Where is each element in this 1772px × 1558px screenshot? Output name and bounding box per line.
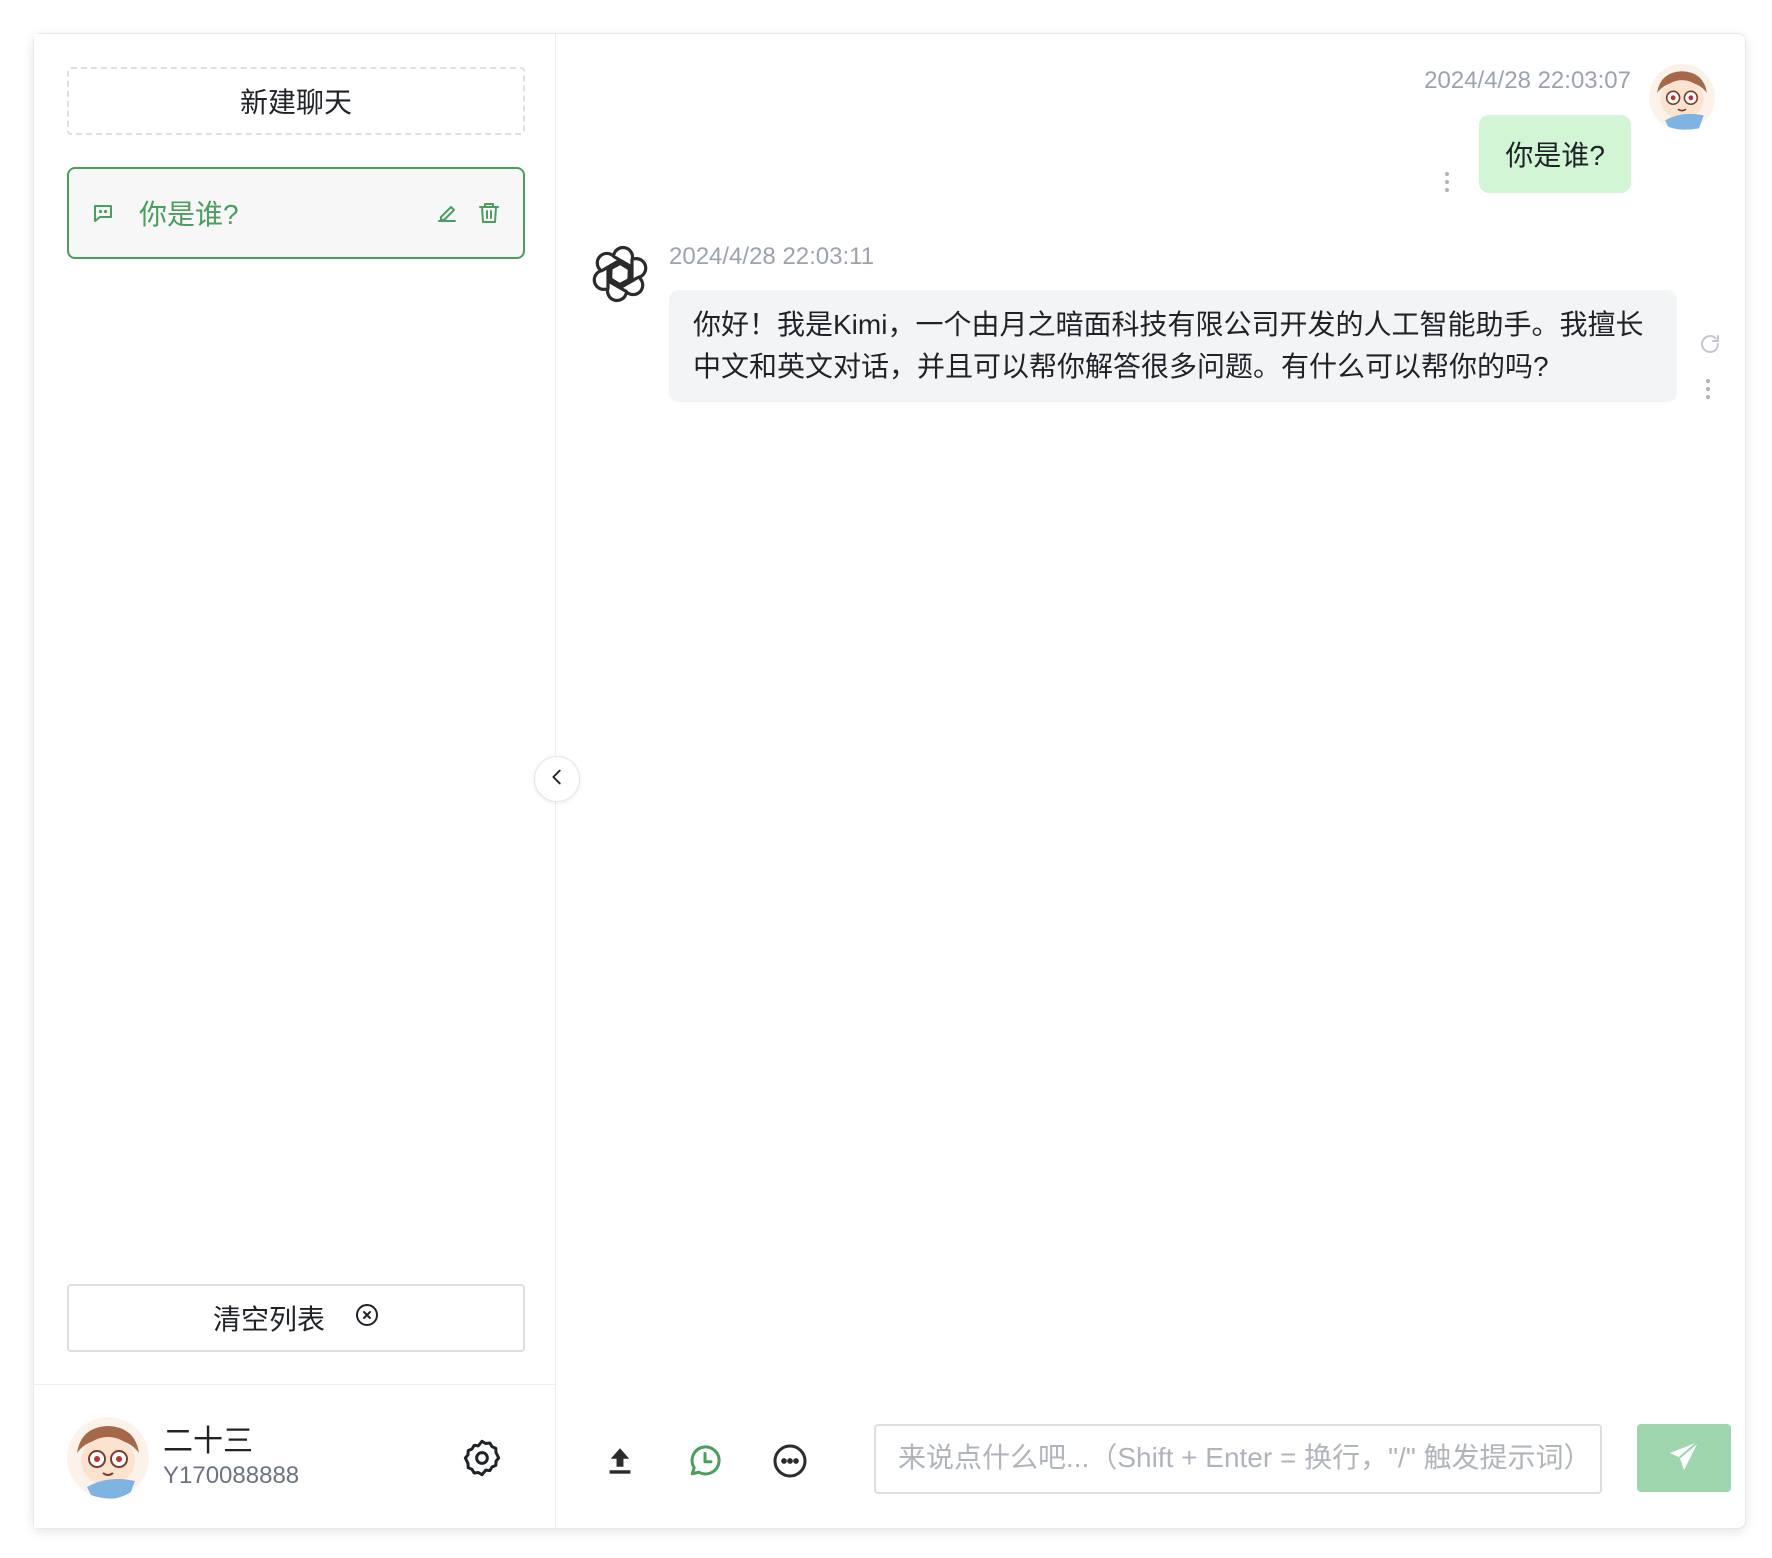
history-button[interactable] xyxy=(683,1441,727,1485)
more-options-button[interactable] xyxy=(768,1441,812,1485)
refresh-icon[interactable] xyxy=(1698,332,1722,361)
send-button[interactable] xyxy=(1637,1424,1731,1492)
upload-icon xyxy=(606,1446,634,1481)
upload-button[interactable] xyxy=(598,1441,642,1485)
clock-message-icon xyxy=(687,1443,723,1484)
user-message-text: 你是谁? xyxy=(1505,140,1605,171)
new-chat-button[interactable]: 新建聊天 xyxy=(67,67,525,135)
sidebar: 新建聊天 你是谁? 清空列表 二十三 Y170088888 xyxy=(34,34,580,1530)
close-circle-icon xyxy=(355,1302,379,1334)
clear-list-label: 清空列表 xyxy=(212,1304,325,1335)
vertical-dots-icon[interactable] xyxy=(1443,170,1451,199)
chat-main: 2024/4/28 22:03:07 你是谁? 2024/4/28 22:03:… xyxy=(556,34,1745,1528)
openai-logo-icon xyxy=(590,244,650,304)
user-profile-bar: 二十三 Y170088888 xyxy=(34,1384,555,1530)
collapse-sidebar-button[interactable] xyxy=(534,756,580,802)
assistant-message-bubble: 你好！我是Kimi，一个由月之暗面科技有限公司开发的人工智能助手。我擅长中文和英… xyxy=(669,290,1677,402)
assistant-message-time: 2024/4/28 22:03:11 xyxy=(669,243,875,270)
chat-item-title: 你是谁? xyxy=(139,199,239,230)
assistant-message-text: 你好！我是Kimi，一个由月之暗面科技有限公司开发的人工智能助手。我擅长中文和英… xyxy=(693,309,1644,382)
pencil-icon[interactable] xyxy=(435,201,459,225)
send-icon xyxy=(1667,1439,1701,1478)
new-chat-label: 新建聊天 xyxy=(239,87,352,118)
user-message-time: 2024/4/28 22:03:07 xyxy=(1424,67,1631,94)
user-message-bubble: 你是谁? xyxy=(1479,115,1631,193)
trash-icon[interactable] xyxy=(477,201,501,225)
chevron-left-icon xyxy=(546,766,568,793)
chat-app: 新建聊天 你是谁? 清空列表 二十三 Y170088888 2024/4/28 … xyxy=(33,33,1746,1529)
chat-bubble-icon xyxy=(91,201,115,225)
clear-list-button[interactable]: 清空列表 xyxy=(67,1284,525,1352)
more-circle-icon xyxy=(772,1443,808,1484)
user-id: Y170088888 xyxy=(163,1461,300,1489)
gear-icon[interactable] xyxy=(462,1438,502,1478)
user-name: 二十三 xyxy=(163,1424,253,1458)
vertical-dots-icon[interactable] xyxy=(1704,377,1712,406)
user-avatar[interactable] xyxy=(67,1416,149,1499)
user-info: 二十三 Y170088888 xyxy=(163,1424,462,1492)
user-message-avatar xyxy=(1649,64,1715,130)
message-input[interactable] xyxy=(874,1424,1602,1494)
chat-list-item[interactable]: 你是谁? xyxy=(67,167,525,259)
composer-bar xyxy=(556,1424,1745,1504)
